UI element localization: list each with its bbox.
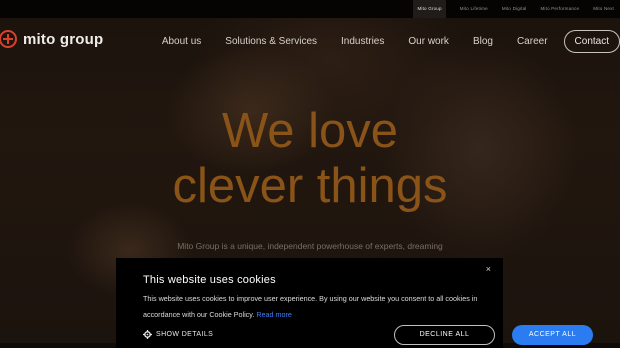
nav-item-career[interactable]: Career [517, 36, 548, 47]
close-icon[interactable]: × [486, 264, 491, 274]
show-details-label: SHOW DETAILS [156, 331, 214, 338]
topbar-link-mito-group[interactable]: Mito Group [413, 0, 446, 18]
nav-item-about-us[interactable]: About us [162, 36, 201, 47]
site-logo[interactable]: mito group [0, 30, 103, 48]
group-topbar: Mito Group Mito Lifetime Mito Digital Mi… [0, 0, 620, 18]
hero-title-line-1: We love [221, 104, 399, 158]
read-more-link[interactable]: Read more [256, 310, 292, 319]
topbar-link-mito-next[interactable]: Mito Next [593, 0, 614, 18]
accept-all-button[interactable]: ACCEPT ALL [512, 325, 593, 345]
hero-title: We love clever things [0, 104, 620, 214]
hero-subtitle: Mito Group is a unique, independent powe… [177, 241, 443, 251]
show-details-toggle[interactable]: SHOW DETAILS [143, 330, 213, 339]
topbar-link-mito-performance[interactable]: Mito Performance [540, 0, 579, 18]
hero-title-line-2: clever things [172, 159, 448, 213]
logo-text: mito group [23, 30, 104, 48]
cookie-banner-title: This website uses cookies [143, 274, 276, 286]
nav-item-blog[interactable]: Blog [473, 36, 493, 47]
contact-button[interactable]: Contact [563, 29, 620, 53]
nav-item-our-work[interactable]: Our work [408, 36, 449, 47]
cookie-policy-text: This website uses cookies to improve use… [143, 294, 478, 319]
nav-item-solutions-services[interactable]: Solutions & Services [225, 36, 317, 47]
topbar-link-mito-lifetime[interactable]: Mito Lifetime [460, 0, 488, 18]
gear-icon [143, 330, 152, 339]
decline-all-button[interactable]: DECLINE ALL [394, 325, 495, 345]
main-nav: About us Solutions & Services Industries… [138, 29, 620, 53]
group-site-links: Mito Group Mito Lifetime Mito Digital Mi… [399, 0, 614, 18]
cookie-banner: This website uses cookies × This website… [116, 258, 593, 348]
nav-item-industries[interactable]: Industries [341, 36, 384, 47]
topbar-link-mito-digital[interactable]: Mito Digital [502, 0, 527, 18]
mito-logo-icon [0, 30, 17, 48]
cookie-banner-text: This website uses cookies to improve use… [143, 291, 483, 323]
